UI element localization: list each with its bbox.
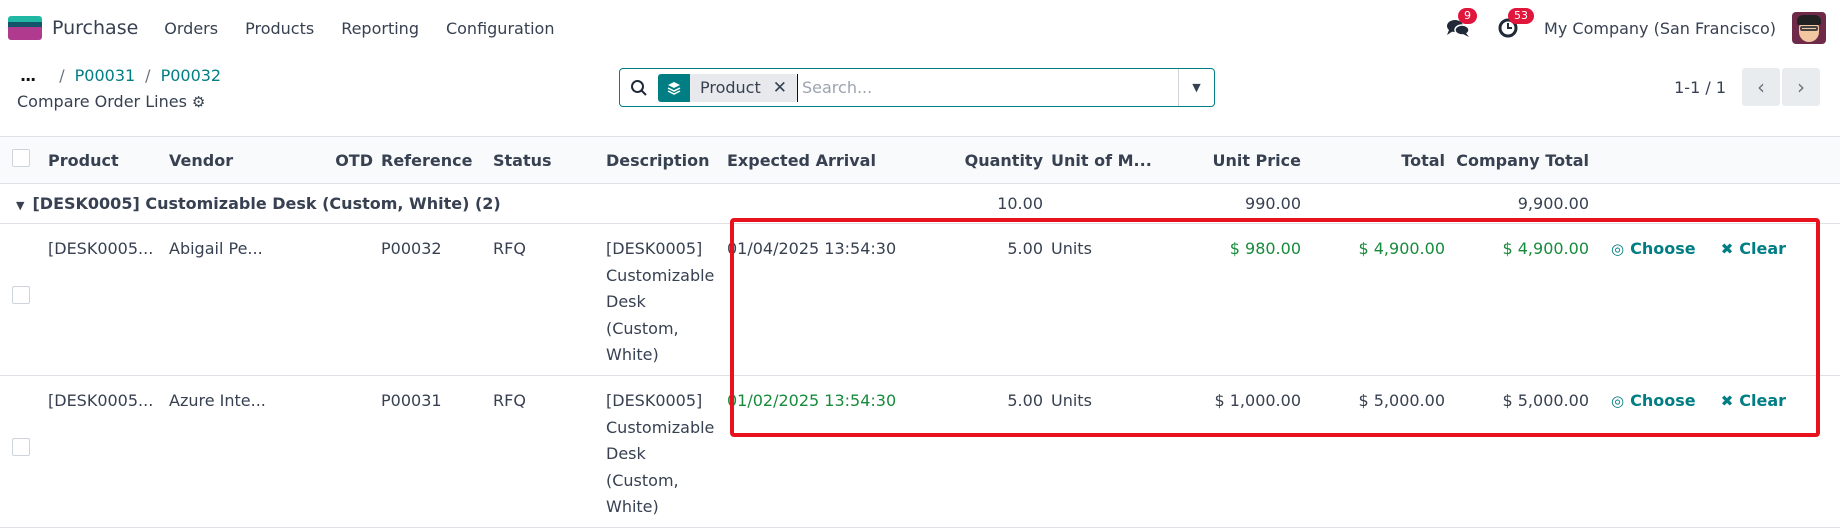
choose-button[interactable]: ◎ Choose <box>1611 391 1696 410</box>
order-lines-table: Product Vendor OTD Reference Status Desc… <box>0 136 1840 528</box>
cell-total: $ 5,000.00 <box>1358 391 1445 410</box>
cell-quantity: 5.00 <box>1007 239 1043 258</box>
column-otd[interactable]: OTD <box>325 137 377 184</box>
activities-button[interactable]: 53 <box>1494 8 1535 42</box>
group-company-total: 9,900.00 <box>1517 194 1589 213</box>
facet-label: Product <box>700 78 761 97</box>
cell-reference: P00032 <box>381 239 442 258</box>
breadcrumb-item-p00032[interactable]: P00032 <box>161 66 222 85</box>
search-input[interactable] <box>797 73 1178 102</box>
column-description[interactable]: Description <box>602 137 723 184</box>
page-title: Compare Order Lines ⚙ <box>17 92 205 111</box>
cell-company-total: $ 5,000.00 <box>1502 391 1589 410</box>
gear-icon[interactable]: ⚙ <box>192 93 205 111</box>
menu-configuration[interactable]: Configuration <box>446 19 555 38</box>
column-unit-price[interactable]: Unit Price <box>1157 137 1305 184</box>
clear-button[interactable]: ✖ Clear <box>1721 391 1786 410</box>
cell-unit-price: $ 980.00 <box>1229 239 1301 258</box>
close-icon: ✖ <box>1720 392 1734 410</box>
cell-product: [DESK0005... <box>48 239 154 258</box>
column-actions <box>1593 137 1840 184</box>
choose-label: Choose <box>1630 391 1696 410</box>
menu-reporting[interactable]: Reporting <box>341 19 419 38</box>
bullseye-icon: ◎ <box>1611 392 1625 410</box>
user-avatar[interactable] <box>1792 12 1826 44</box>
column-reference[interactable]: Reference <box>377 137 489 184</box>
cell-reference: P00031 <box>381 391 442 410</box>
caret-down-icon[interactable]: ▼ <box>16 199 24 212</box>
breadcrumb-separator: / <box>145 66 151 85</box>
select-all-checkbox[interactable] <box>0 137 44 184</box>
cell-uom: Units <box>1051 391 1092 410</box>
company-switcher[interactable]: My Company (San Francisco) <box>1544 19 1776 38</box>
cell-otd <box>325 224 377 376</box>
pager-value[interactable]: 1-1 / 1 <box>1674 78 1726 97</box>
column-unit-of-measure[interactable]: Unit of M... <box>1047 137 1157 184</box>
table-header: Product Vendor OTD Reference Status Desc… <box>0 136 1840 184</box>
group-unit-price: 990.00 <box>1245 194 1301 213</box>
row-checkbox[interactable] <box>0 224 44 376</box>
cell-status: RFQ <box>493 239 526 258</box>
column-status[interactable]: Status <box>489 137 602 184</box>
bullseye-icon: ◎ <box>1611 240 1625 258</box>
app-name[interactable]: Purchase <box>52 17 138 39</box>
breadcrumb-separator: / <box>59 66 65 85</box>
cell-description: [DESK0005] Customizable Desk (Custom, Wh… <box>606 239 715 364</box>
cell-status: RFQ <box>493 391 526 410</box>
breadcrumb-item-p00031[interactable]: P00031 <box>75 66 136 85</box>
column-expected-arrival[interactable]: Expected Arrival <box>723 137 953 184</box>
control-panel: ... / P00031 / P00032 Compare Order Line… <box>0 56 1840 136</box>
search-options-toggle[interactable]: ▼ <box>1178 69 1214 106</box>
column-quantity[interactable]: Quantity <box>953 137 1047 184</box>
search-facet-product: Product ✕ <box>658 73 797 102</box>
column-product[interactable]: Product <box>44 137 165 184</box>
clear-label: Clear <box>1739 391 1787 410</box>
purchase-app-icon[interactable] <box>8 16 42 40</box>
pager-next-button[interactable]: › <box>1782 68 1820 106</box>
menu-orders[interactable]: Orders <box>164 19 218 38</box>
cell-product: [DESK0005... <box>48 391 154 410</box>
breadcrumb-more[interactable]: ... <box>20 66 36 85</box>
facet-remove-icon[interactable]: ✕ <box>769 78 797 98</box>
page-title-text: Compare Order Lines <box>17 92 187 111</box>
messages-button[interactable]: 9 <box>1444 8 1478 42</box>
choose-button[interactable]: ◎ Choose <box>1611 239 1696 258</box>
table-row[interactable]: [DESK0005... Abigail Pe... P00032 RFQ [D… <box>0 224 1840 376</box>
breadcrumb: ... / P00031 / P00032 <box>20 66 221 85</box>
cell-vendor: Azure Inte... <box>169 391 266 410</box>
top-navbar: Purchase Orders Products Reporting Confi… <box>0 0 1840 56</box>
pager-previous-button[interactable]: ‹ <box>1742 68 1780 106</box>
choose-label: Choose <box>1630 239 1696 258</box>
row-checkbox[interactable] <box>0 376 44 528</box>
cell-quantity: 5.00 <box>1007 391 1043 410</box>
cell-total: $ 4,900.00 <box>1358 239 1445 258</box>
clear-label: Clear <box>1739 239 1787 258</box>
search-bar: Product ✕ ▼ <box>619 68 1215 107</box>
search-icon[interactable] <box>620 79 658 97</box>
cell-uom: Units <box>1051 239 1092 258</box>
table-row[interactable]: [DESK0005... Azure Inte... P00031 RFQ [D… <box>0 376 1840 528</box>
clear-button[interactable]: ✖ Clear <box>1721 239 1786 258</box>
close-icon: ✖ <box>1720 240 1734 258</box>
cell-otd <box>325 376 377 528</box>
pager: 1-1 / 1 ‹ › <box>1674 68 1820 106</box>
column-company-total[interactable]: Company Total <box>1449 137 1593 184</box>
cell-company-total: $ 4,900.00 <box>1502 239 1589 258</box>
cell-expected-arrival: 01/02/2025 13:54:30 <box>727 391 897 410</box>
group-label: [DESK0005] Customizable Desk (Custom, Wh… <box>32 194 501 213</box>
menu-products[interactable]: Products <box>245 19 314 38</box>
column-total[interactable]: Total <box>1305 137 1449 184</box>
cell-unit-price: $ 1,000.00 <box>1214 391 1301 410</box>
cell-description: [DESK0005] Customizable Desk (Custom, Wh… <box>606 391 715 516</box>
messages-badge: 9 <box>1458 8 1478 24</box>
layers-icon <box>658 73 690 102</box>
activities-badge: 53 <box>1508 8 1535 24</box>
group-row[interactable]: ▼ [DESK0005] Customizable Desk (Custom, W… <box>0 184 1840 224</box>
cell-expected-arrival: 01/04/2025 13:54:30 <box>727 239 897 258</box>
group-quantity: 10.00 <box>997 194 1043 213</box>
column-vendor[interactable]: Vendor <box>165 137 325 184</box>
cell-vendor: Abigail Pe... <box>169 239 263 258</box>
